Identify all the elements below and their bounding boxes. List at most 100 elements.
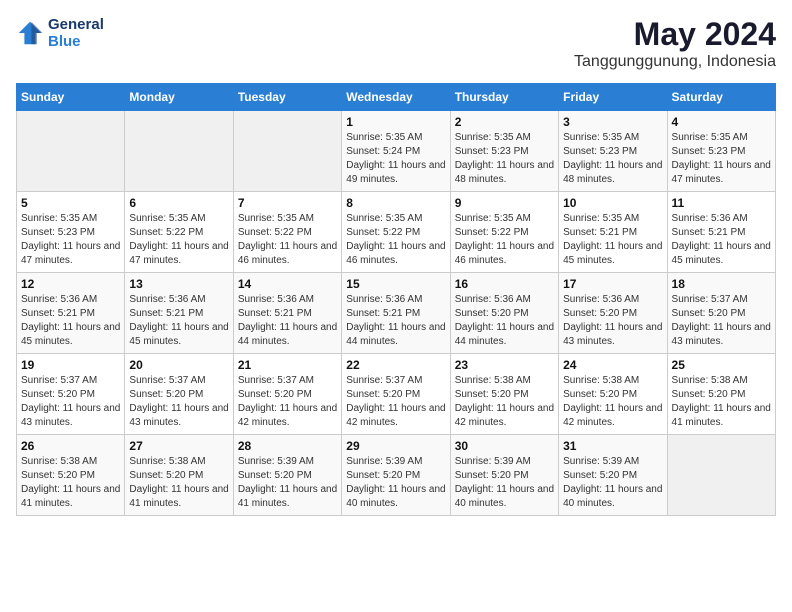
day-info: Sunrise: 5:35 AMSunset: 5:22 PMDaylight:…	[238, 212, 337, 268]
logo-general-label: General	[48, 16, 104, 33]
day-number: 29	[346, 439, 445, 453]
weekday-header: Sunday	[17, 84, 125, 111]
day-info: Sunrise: 5:39 AMSunset: 5:20 PMDaylight:…	[563, 455, 662, 511]
day-info: Sunrise: 5:35 AMSunset: 5:23 PMDaylight:…	[455, 131, 554, 187]
calendar-cell: 9 Sunrise: 5:35 AMSunset: 5:22 PMDaylight…	[450, 192, 558, 273]
page-header: General Blue May 2024 Tanggunggunung, In…	[16, 16, 776, 71]
day-number: 19	[21, 358, 120, 372]
calendar-cell: 4Sunrise: 5:35 AMSunset: 5:23 PMDaylight…	[667, 111, 775, 192]
weekday-header: Saturday	[667, 84, 775, 111]
day-info: Sunrise: 5:35 AMSunset: 5:21 PMDaylight:…	[563, 212, 662, 268]
weekday-header: Thursday	[450, 84, 558, 111]
page-title: May 2024	[574, 16, 776, 53]
day-info: Sunrise: 5:36 AMSunset: 5:20 PMDaylight:…	[455, 293, 554, 349]
day-info: Sunrise: 5:37 AMSunset: 5:20 PMDaylight:…	[346, 374, 445, 430]
day-info: Sunrise: 5:36 AMSunset: 5:21 PMDaylight:…	[672, 212, 771, 268]
weekday-header: Wednesday	[342, 84, 450, 111]
calendar-cell: 21Sunrise: 5:37 AMSunset: 5:20 PMDayligh…	[233, 354, 341, 435]
calendar-cell: 7 Sunrise: 5:35 AMSunset: 5:22 PMDaylight…	[233, 192, 341, 273]
day-number: 15	[346, 277, 445, 291]
day-info: Sunrise: 5:35 AMSunset: 5:24 PMDaylight:…	[346, 131, 445, 187]
weekday-header: Monday	[125, 84, 233, 111]
day-number: 14	[238, 277, 337, 291]
calendar-cell: 30 Sunrise: 5:39 AMSunset: 5:20 PMDayligh…	[450, 435, 558, 516]
day-number: 20	[129, 358, 228, 372]
weekday-header: Tuesday	[233, 84, 341, 111]
day-info: Sunrise: 5:38 AMSunset: 5:20 PMDaylight:…	[563, 374, 662, 430]
day-info: Sunrise: 5:35 AMSunset: 5:22 PMDaylight:…	[455, 212, 554, 268]
day-number: 27	[129, 439, 228, 453]
calendar-cell: 10 Sunrise: 5:35 AMSunset: 5:21 PMDayligh…	[559, 192, 667, 273]
day-info: Sunrise: 5:36 AMSunset: 5:21 PMDaylight:…	[21, 293, 120, 349]
calendar-cell: 24 Sunrise: 5:38 AMSunset: 5:20 PMDayligh…	[559, 354, 667, 435]
day-info: Sunrise: 5:35 AMSunset: 5:23 PMDaylight:…	[563, 131, 662, 187]
day-info: Sunrise: 5:39 AMSunset: 5:20 PMDaylight:…	[346, 455, 445, 511]
day-number: 24	[563, 358, 662, 372]
calendar-week-row: 26Sunrise: 5:38 AMSunset: 5:20 PMDayligh…	[17, 435, 776, 516]
calendar-cell: 22 Sunrise: 5:37 AMSunset: 5:20 PMDayligh…	[342, 354, 450, 435]
day-number: 11	[672, 196, 771, 210]
day-number: 9	[455, 196, 554, 210]
calendar-cell: 8Sunrise: 5:35 AMSunset: 5:22 PMDaylight…	[342, 192, 450, 273]
calendar-cell: 2 Sunrise: 5:35 AMSunset: 5:23 PMDaylight…	[450, 111, 558, 192]
calendar-cell: 27 Sunrise: 5:38 AMSunset: 5:20 PMDayligh…	[125, 435, 233, 516]
day-number: 18	[672, 277, 771, 291]
day-number: 5	[21, 196, 120, 210]
day-info: Sunrise: 5:37 AMSunset: 5:20 PMDaylight:…	[21, 374, 120, 430]
calendar-cell: 25 Sunrise: 5:38 AMSunset: 5:20 PMDayligh…	[667, 354, 775, 435]
day-number: 3	[563, 115, 662, 129]
day-number: 31	[563, 439, 662, 453]
day-info: Sunrise: 5:38 AMSunset: 5:20 PMDaylight:…	[672, 374, 771, 430]
day-number: 23	[455, 358, 554, 372]
logo-text: General Blue	[48, 16, 104, 50]
day-number: 10	[563, 196, 662, 210]
day-info: Sunrise: 5:39 AMSunset: 5:20 PMDaylight:…	[455, 455, 554, 511]
day-number: 21	[238, 358, 337, 372]
day-info: Sunrise: 5:38 AMSunset: 5:20 PMDaylight:…	[455, 374, 554, 430]
day-number: 16	[455, 277, 554, 291]
calendar-cell	[17, 111, 125, 192]
calendar-cell: 15 Sunrise: 5:36 AMSunset: 5:21 PMDayligh…	[342, 273, 450, 354]
day-info: Sunrise: 5:36 AMSunset: 5:21 PMDaylight:…	[129, 293, 228, 349]
logo-blue-label: Blue	[48, 33, 104, 50]
page-subtitle: Tanggunggunung, Indonesia	[574, 53, 776, 71]
calendar-cell: 17 Sunrise: 5:36 AMSunset: 5:20 PMDayligh…	[559, 273, 667, 354]
calendar-cell: 14 Sunrise: 5:36 AMSunset: 5:21 PMDayligh…	[233, 273, 341, 354]
calendar-cell	[125, 111, 233, 192]
calendar-cell: 11 Sunrise: 5:36 AMSunset: 5:21 PMDayligh…	[667, 192, 775, 273]
weekday-header: Friday	[559, 84, 667, 111]
calendar-cell: 18 Sunrise: 5:37 AMSunset: 5:20 PMDayligh…	[667, 273, 775, 354]
calendar-cell: 28 Sunrise: 5:39 AMSunset: 5:20 PMDayligh…	[233, 435, 341, 516]
calendar-cell: 29 Sunrise: 5:39 AMSunset: 5:20 PMDayligh…	[342, 435, 450, 516]
day-info: Sunrise: 5:35 AMSunset: 5:23 PMDaylight:…	[21, 212, 120, 268]
day-number: 12	[21, 277, 120, 291]
day-number: 7	[238, 196, 337, 210]
day-number: 6	[129, 196, 228, 210]
day-info: Sunrise: 5:37 AMSunset: 5:20 PMDaylight:…	[129, 374, 228, 430]
day-info: Sunrise: 5:39 AMSunset: 5:20 PMDaylight:…	[238, 455, 337, 511]
day-info: Sunrise: 5:38 AMSunset: 5:20 PMDaylight:…	[129, 455, 228, 511]
day-number: 2	[455, 115, 554, 129]
calendar-cell: 31 Sunrise: 5:39 AMSunset: 5:20 PMDayligh…	[559, 435, 667, 516]
calendar-cell: 12 Sunrise: 5:36 AMSunset: 5:21 PMDayligh…	[17, 273, 125, 354]
day-info: Sunrise: 5:36 AMSunset: 5:20 PMDaylight:…	[563, 293, 662, 349]
day-number: 13	[129, 277, 228, 291]
day-info: Sunrise: 5:36 AMSunset: 5:21 PMDaylight:…	[238, 293, 337, 349]
logo-icon	[16, 19, 44, 47]
calendar-cell: 5 Sunrise: 5:35 AMSunset: 5:23 PMDaylight…	[17, 192, 125, 273]
day-info: Sunrise: 5:37 AMSunset: 5:20 PMDaylight:…	[672, 293, 771, 349]
calendar-week-row: 12 Sunrise: 5:36 AMSunset: 5:21 PMDayligh…	[17, 273, 776, 354]
title-block: May 2024 Tanggunggunung, Indonesia	[574, 16, 776, 71]
day-number: 30	[455, 439, 554, 453]
day-number: 28	[238, 439, 337, 453]
day-number: 17	[563, 277, 662, 291]
calendar-header-row: SundayMondayTuesdayWednesdayThursdayFrid…	[17, 84, 776, 111]
day-number: 22	[346, 358, 445, 372]
calendar-week-row: 5 Sunrise: 5:35 AMSunset: 5:23 PMDaylight…	[17, 192, 776, 273]
calendar-cell: 3 Sunrise: 5:35 AMSunset: 5:23 PMDaylight…	[559, 111, 667, 192]
calendar-table: SundayMondayTuesdayWednesdayThursdayFrid…	[16, 83, 776, 516]
day-info: Sunrise: 5:36 AMSunset: 5:21 PMDaylight:…	[346, 293, 445, 349]
day-number: 25	[672, 358, 771, 372]
day-number: 8	[346, 196, 445, 210]
calendar-cell: 13 Sunrise: 5:36 AMSunset: 5:21 PMDayligh…	[125, 273, 233, 354]
